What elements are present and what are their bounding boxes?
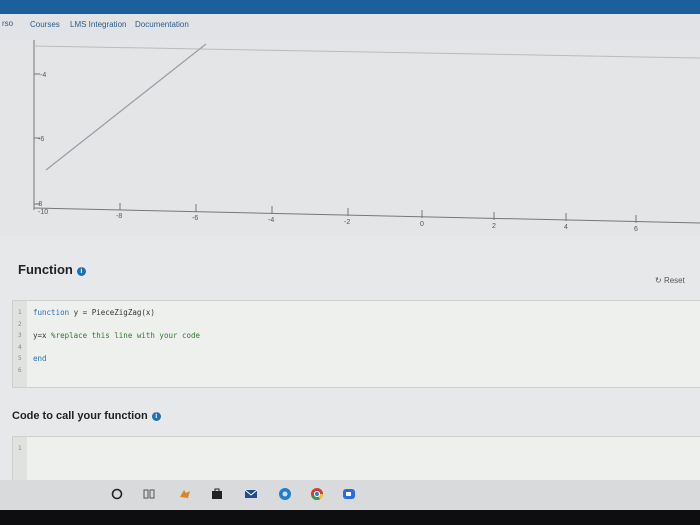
reset-label: Reset [663, 276, 685, 285]
edge-icon[interactable] [278, 487, 292, 501]
nav-courses[interactable]: Courses [30, 20, 60, 29]
task-view-icon[interactable] [142, 487, 156, 501]
logo-fragment[interactable]: rso [2, 19, 13, 28]
x-tick-label: -10 [38, 209, 48, 216]
chrome-icon[interactable] [310, 487, 324, 501]
line-number: 2 [18, 321, 22, 328]
line-number: 3 [18, 332, 22, 339]
function-heading: Function i [18, 262, 86, 277]
y-tick-label: -4 [40, 72, 46, 79]
x-tick-label: -6 [192, 215, 198, 222]
matlab-icon[interactable] [178, 487, 192, 501]
x-tick-label: -8 [116, 213, 122, 220]
x-tick-label: -4 [268, 217, 274, 224]
line-number: 4 [18, 344, 22, 351]
line-number: 5 [18, 355, 22, 362]
line-number: 6 [18, 367, 22, 374]
info-icon[interactable]: i [76, 267, 86, 276]
x-tick-label: 2 [492, 223, 496, 230]
y-tick-label: -6 [38, 136, 44, 143]
call-heading: Code to call your function i [12, 410, 161, 422]
plot-area: -4 -6 -8 -10 -8 -6 -4 -2 0 2 4 6 [0, 40, 700, 236]
code-line-1: function y = PieceZigZag(x) [33, 308, 155, 317]
line-number: 1 [18, 309, 22, 316]
code-line-5: end [33, 354, 47, 363]
x-tick-label: 4 [564, 224, 568, 231]
screen-bezel [0, 510, 700, 525]
video-app-icon[interactable] [342, 487, 356, 501]
search-icon[interactable] [110, 487, 124, 501]
call-title: Code to call your function [12, 410, 148, 422]
x-tick-label: -2 [344, 219, 350, 226]
store-icon[interactable] [210, 487, 224, 501]
nav-lms-integration[interactable]: LMS Integration [70, 20, 126, 29]
nav-documentation[interactable]: Documentation [135, 20, 189, 29]
y-tick-label: -8 [36, 201, 42, 208]
function-code-editor[interactable]: 1 2 3 4 5 6 function y = PieceZigZag(x) … [12, 300, 700, 388]
line-number-gutter: 1 2 3 4 5 6 [13, 301, 27, 387]
top-nav: rso Courses LMS Integration Documentatio… [0, 14, 700, 40]
line-number: 1 [18, 445, 22, 452]
info-icon[interactable]: i [151, 412, 161, 421]
top-bar [0, 0, 700, 14]
line-number-gutter: 1 [13, 437, 27, 481]
code-line-3: y=x %replace this line with your code [33, 331, 201, 340]
x-tick-label: 0 [420, 221, 424, 228]
function-title: Function [18, 262, 73, 277]
call-code-editor[interactable]: 1 [12, 436, 700, 482]
mail-icon[interactable] [244, 487, 258, 501]
reset-button[interactable]: ↻ Reset [655, 276, 685, 285]
reset-icon: ↻ [655, 276, 662, 285]
x-tick-label: 6 [634, 226, 638, 233]
